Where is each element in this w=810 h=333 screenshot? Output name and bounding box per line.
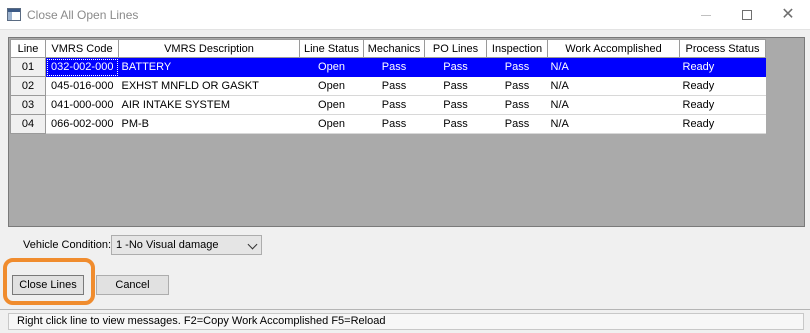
- cell-line-status[interactable]: Open: [299, 57, 364, 77]
- column-header-line[interactable]: Line: [10, 39, 46, 58]
- window-app-icon: [7, 8, 21, 21]
- title-bar: Close All Open Lines ✕: [0, 0, 810, 30]
- chevron-down-icon: [247, 239, 258, 250]
- cell-vmrs-code[interactable]: 032-002-000: [45, 57, 119, 77]
- status-bar: Right click line to view messages. F2=Co…: [0, 309, 810, 333]
- status-bar-text: Right click line to view messages. F2=Co…: [8, 313, 804, 330]
- cell-vmrs-description[interactable]: EXHST MNFLD OR GASKT: [118, 76, 300, 96]
- table-row[interactable]: 01 032-002-000 BATTERY Open Pass Pass Pa…: [10, 57, 766, 77]
- column-header-process-status[interactable]: Process Status: [679, 39, 766, 58]
- cell-work-accomplished[interactable]: N/A: [547, 57, 680, 77]
- cell-vmrs-description[interactable]: BATTERY: [118, 57, 300, 77]
- cell-process-status[interactable]: Ready: [679, 114, 766, 134]
- cell-vmrs-description[interactable]: PM-B: [118, 114, 300, 134]
- open-lines-grid[interactable]: Line VMRS Code VMRS Description Line Sta…: [8, 37, 805, 227]
- cell-vmrs-code[interactable]: 045-016-000: [45, 76, 119, 96]
- cell-mechanics[interactable]: Pass: [363, 114, 425, 134]
- row-line-number[interactable]: 04: [10, 114, 46, 134]
- column-header-vmrs-description[interactable]: VMRS Description: [118, 39, 300, 58]
- vehicle-condition-label: Vehicle Condition:: [23, 239, 112, 251]
- table-row[interactable]: 04 066-002-000 PM-B Open Pass Pass Pass …: [10, 114, 766, 134]
- row-line-number[interactable]: 03: [10, 95, 46, 115]
- window-title: Close All Open Lines: [27, 8, 139, 22]
- cell-line-status[interactable]: Open: [299, 76, 364, 96]
- cell-po-lines[interactable]: Pass: [424, 57, 487, 77]
- close-lines-button[interactable]: Close Lines: [12, 275, 84, 295]
- cell-inspection[interactable]: Pass: [486, 76, 548, 96]
- cell-vmrs-description[interactable]: AIR INTAKE SYSTEM: [118, 95, 300, 115]
- vehicle-condition-select[interactable]: 1 -No Visual damage: [111, 235, 262, 255]
- cell-line-status[interactable]: Open: [299, 114, 364, 134]
- open-lines-table: Line VMRS Code VMRS Description Line Sta…: [10, 39, 766, 134]
- cell-vmrs-code[interactable]: 041-000-000: [45, 95, 119, 115]
- grid-header-row: Line VMRS Code VMRS Description Line Sta…: [10, 39, 766, 58]
- cell-po-lines[interactable]: Pass: [424, 76, 487, 96]
- column-header-mechanics[interactable]: Mechanics: [363, 39, 425, 58]
- column-header-po-lines[interactable]: PO Lines: [424, 39, 487, 58]
- cell-line-status[interactable]: Open: [299, 95, 364, 115]
- row-line-number[interactable]: 01: [10, 57, 46, 77]
- cell-process-status[interactable]: Ready: [679, 76, 766, 96]
- minimize-icon[interactable]: [695, 5, 717, 25]
- cell-vmrs-code[interactable]: 066-002-000: [45, 114, 119, 134]
- cell-process-status[interactable]: Ready: [679, 57, 766, 77]
- maximize-icon[interactable]: [736, 5, 758, 25]
- cell-po-lines[interactable]: Pass: [424, 114, 487, 134]
- cell-work-accomplished[interactable]: N/A: [547, 76, 680, 96]
- cancel-button[interactable]: Cancel: [96, 275, 169, 295]
- cell-po-lines[interactable]: Pass: [424, 95, 487, 115]
- cell-inspection[interactable]: Pass: [486, 114, 548, 134]
- cell-work-accomplished[interactable]: N/A: [547, 95, 680, 115]
- cell-process-status[interactable]: Ready: [679, 95, 766, 115]
- column-header-work-accomplished[interactable]: Work Accomplished: [547, 39, 680, 58]
- table-row[interactable]: 03 041-000-000 AIR INTAKE SYSTEM Open Pa…: [10, 95, 766, 115]
- cell-inspection[interactable]: Pass: [486, 95, 548, 115]
- row-line-number[interactable]: 02: [10, 76, 46, 96]
- table-row[interactable]: 02 045-016-000 EXHST MNFLD OR GASKT Open…: [10, 76, 766, 96]
- close-icon[interactable]: ✕: [777, 5, 799, 25]
- cell-inspection[interactable]: Pass: [486, 57, 548, 77]
- vehicle-condition-value: 1 -No Visual damage: [116, 239, 219, 251]
- column-header-vmrs-code[interactable]: VMRS Code: [45, 39, 119, 58]
- cell-work-accomplished[interactable]: N/A: [547, 114, 680, 134]
- cell-mechanics[interactable]: Pass: [363, 76, 425, 96]
- cell-mechanics[interactable]: Pass: [363, 95, 425, 115]
- cell-mechanics[interactable]: Pass: [363, 57, 425, 77]
- column-header-line-status[interactable]: Line Status: [299, 39, 364, 58]
- column-header-inspection[interactable]: Inspection: [486, 39, 548, 58]
